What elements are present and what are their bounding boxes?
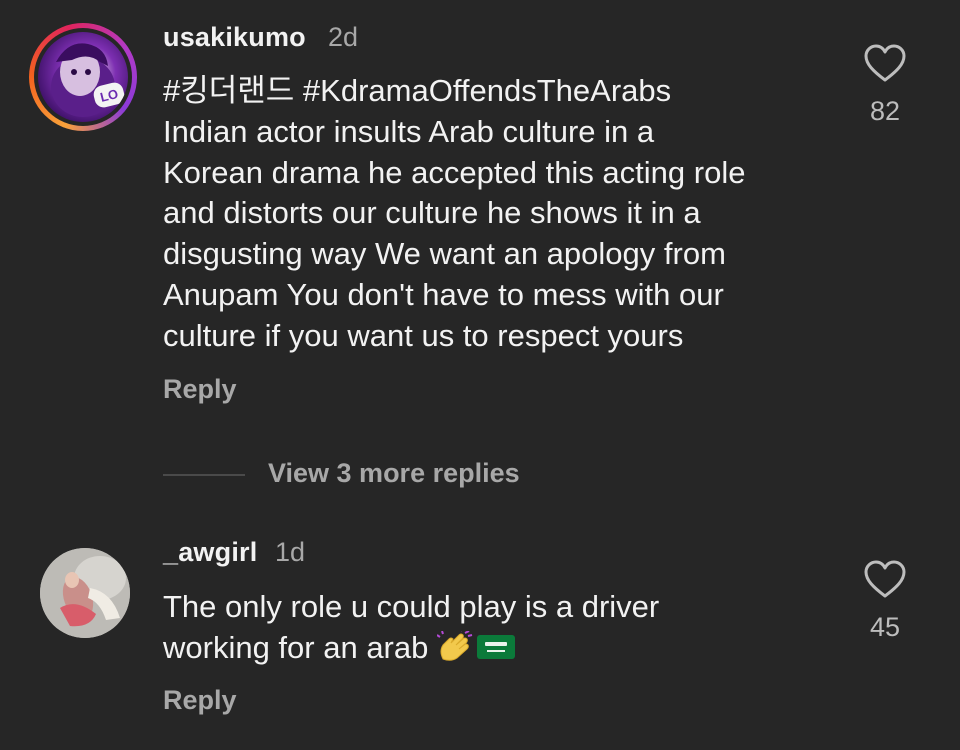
- comment-text-line: culture if you want us to respect yours: [163, 317, 684, 353]
- heart-icon[interactable]: [863, 560, 907, 600]
- comment-text-line: and distorts our culture he shows it in …: [163, 195, 701, 231]
- reply-button[interactable]: Reply: [163, 685, 237, 716]
- heart-icon[interactable]: [863, 44, 907, 84]
- comment-hashtags[interactable]: #킹더랜드 #KdramaOffendsTheArabs: [163, 71, 843, 112]
- comment-time: 2d: [328, 22, 359, 52]
- comment-text: #킹더랜드 #KdramaOffendsTheArabs Indian acto…: [163, 71, 843, 357]
- saudi-arabia-flag-emoji: [477, 634, 515, 659]
- comment-text-line: Anupam You don't have to mess with our: [163, 276, 724, 312]
- like-count: 45: [869, 612, 901, 642]
- like-count: 82: [869, 96, 901, 126]
- avatar[interactable]: [40, 548, 130, 638]
- comment-username[interactable]: _awgirl: [163, 537, 257, 568]
- comment-text-line: The only role u could play is a driver: [163, 589, 660, 624]
- comment-username[interactable]: usakikumo: [163, 22, 306, 53]
- comment-text-line-with-emoji: working for an arab: [163, 628, 843, 669]
- view-more-replies-button[interactable]: View 3 more replies: [268, 458, 520, 489]
- story-ring-avatar[interactable]: LO: [29, 23, 137, 131]
- avatar: LO: [38, 32, 128, 122]
- comment-time: 1d: [275, 537, 306, 567]
- replies-divider: [163, 474, 245, 476]
- reply-button[interactable]: Reply: [163, 374, 237, 405]
- comment-text: The only role u could play is a driver w…: [163, 587, 843, 669]
- comment-text-line: Indian actor insults Arab culture in a: [163, 113, 655, 149]
- comment-text-line: Korean drama he accepted this acting rol…: [163, 154, 746, 190]
- comment-text-line: disgusting way We want an apology from: [163, 236, 726, 272]
- comment-text-line: working for an arab: [163, 629, 429, 665]
- avatar-image: LO: [51, 43, 125, 117]
- avatar-image: [40, 548, 130, 638]
- waving-hand-emoji: [437, 630, 473, 661]
